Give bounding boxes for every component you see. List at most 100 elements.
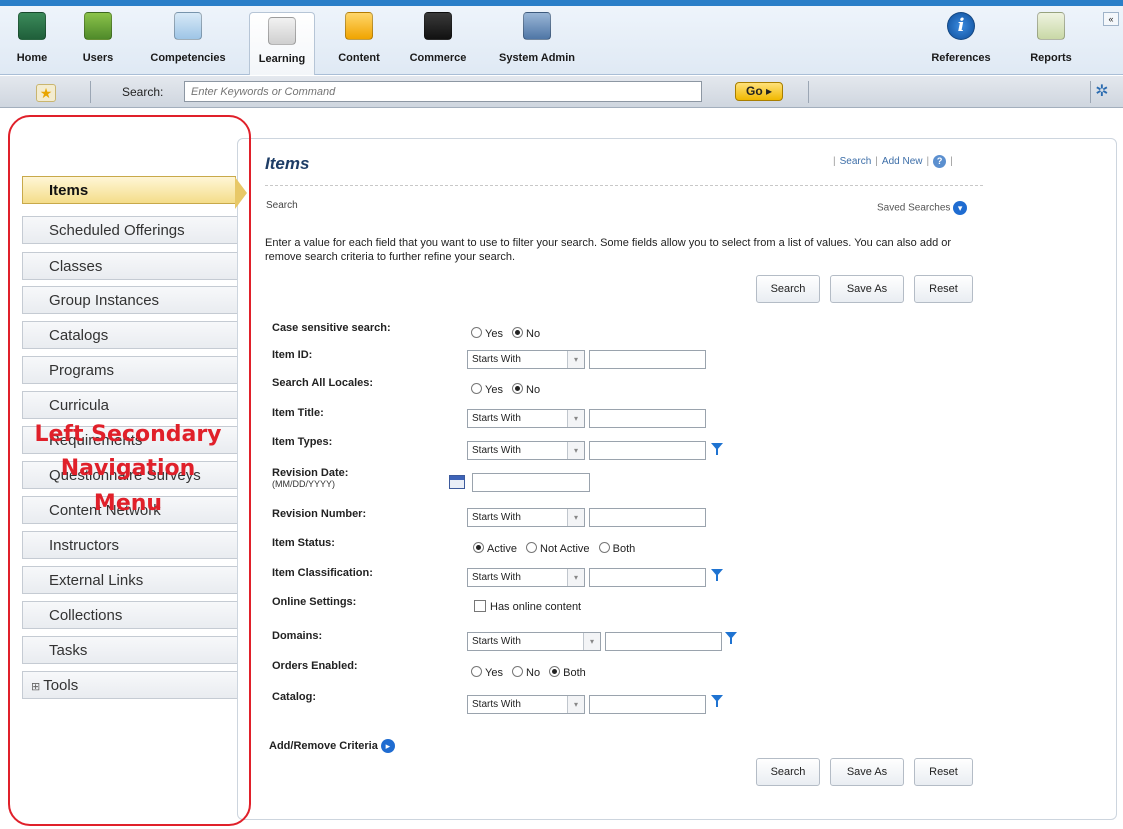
- save-as-button-bottom[interactable]: Save As: [830, 758, 904, 786]
- filter-icon[interactable]: [725, 632, 737, 644]
- has-online-content-checkbox[interactable]: Has online content: [474, 600, 581, 613]
- leftnav-item-classes[interactable]: Classes: [22, 252, 238, 280]
- domains-operator-select[interactable]: Starts With ▾: [467, 632, 601, 651]
- header-add-new-link[interactable]: Add New: [882, 156, 923, 167]
- filter-icon[interactable]: [711, 695, 723, 707]
- reset-button-top[interactable]: Reset: [914, 275, 973, 303]
- nav-content-label: Content: [338, 52, 380, 64]
- nav-users[interactable]: Users: [78, 12, 118, 72]
- item-status-not-active[interactable]: Not Active: [526, 542, 590, 555]
- leftnav-item-catalogs[interactable]: Catalogs: [22, 321, 238, 349]
- nav-references[interactable]: i References: [925, 12, 997, 72]
- info-icon: i: [947, 12, 975, 40]
- item-classification-operator-select[interactable]: Starts With ▾: [467, 568, 585, 587]
- item-status-active[interactable]: Active: [473, 542, 517, 555]
- nav-references-label: References: [931, 52, 991, 64]
- reset-button-bottom[interactable]: Reset: [914, 758, 973, 786]
- add-remove-criteria-link[interactable]: Add/Remove Criteria ▸: [269, 739, 395, 753]
- catalog-input[interactable]: [589, 695, 706, 714]
- header-search-link[interactable]: Search: [840, 156, 872, 167]
- catalog-operator-select[interactable]: Starts With ▾: [467, 695, 585, 714]
- leftnav-item-collections[interactable]: Collections: [22, 601, 238, 629]
- nav-competencies[interactable]: Competencies: [142, 12, 234, 72]
- nav-commerce-label: Commerce: [409, 52, 467, 64]
- filter-icon[interactable]: [711, 569, 723, 581]
- domains-label: Domains:: [272, 630, 323, 642]
- collapse-header-button[interactable]: «: [1103, 12, 1119, 26]
- item-title-operator-select[interactable]: Starts With ▾: [467, 409, 585, 428]
- leftnav-item-external-links[interactable]: External Links: [22, 566, 238, 594]
- item-classification-input[interactable]: [589, 568, 706, 587]
- revision-number-input[interactable]: [589, 508, 706, 527]
- section-label: Search: [266, 200, 298, 211]
- nav-commerce[interactable]: Commerce: [404, 12, 472, 72]
- nav-system-admin[interactable]: System Admin: [494, 12, 580, 72]
- annotation-line-1: Left Secondary: [34, 422, 222, 447]
- leftnav-item-curricula[interactable]: Curricula: [22, 391, 238, 419]
- nav-reports[interactable]: Reports: [1029, 12, 1073, 72]
- item-classification-label: Item Classification:: [272, 567, 373, 579]
- domains-input[interactable]: [605, 632, 722, 651]
- nav-content[interactable]: Content: [334, 12, 384, 72]
- revision-date-input[interactable]: [472, 473, 590, 492]
- item-types-input[interactable]: [589, 441, 706, 460]
- top-nav-bar: Home Users Competencies Learning Content…: [0, 0, 1123, 75]
- orders-enabled-both[interactable]: Both: [549, 666, 586, 679]
- chevron-down-icon: ▾: [567, 442, 584, 459]
- item-title-label: Item Title:: [272, 407, 324, 419]
- all-locales-yes[interactable]: Yes: [471, 383, 503, 396]
- item-id-input[interactable]: [589, 350, 706, 369]
- filter-icon[interactable]: [711, 443, 723, 455]
- saved-searches-link[interactable]: Saved Searches ▾: [877, 201, 968, 215]
- all-locales-no[interactable]: No: [512, 383, 540, 396]
- leftnav-item-programs[interactable]: Programs: [22, 356, 238, 384]
- case-sensitive-radio-group: Yes No: [471, 327, 546, 340]
- leftnav-item-scheduled-offerings[interactable]: Scheduled Offerings: [22, 216, 238, 244]
- go-button[interactable]: Go ▸: [735, 82, 783, 101]
- item-types-operator-select[interactable]: Starts With ▾: [467, 441, 585, 460]
- save-as-button-top[interactable]: Save As: [830, 275, 904, 303]
- revision-number-label: Revision Number:: [272, 508, 367, 520]
- nav-learning-label: Learning: [258, 53, 306, 65]
- nav-system-admin-label: System Admin: [498, 52, 575, 64]
- case-sensitive-yes[interactable]: Yes: [471, 327, 503, 340]
- page-title: Items: [265, 154, 310, 173]
- favorites-star-icon[interactable]: ★: [36, 84, 56, 102]
- chevron-down-icon: ▾: [567, 509, 584, 526]
- nav-reports-label: Reports: [1030, 52, 1072, 64]
- help-icon[interactable]: ?: [933, 155, 947, 168]
- arrow-right-icon: ▸: [380, 739, 395, 753]
- toolbar-divider: [808, 81, 809, 103]
- orders-enabled-no[interactable]: No: [512, 666, 540, 679]
- search-button-bottom[interactable]: Search: [756, 758, 820, 786]
- nav-learning[interactable]: Learning: [249, 12, 315, 75]
- orders-enabled-radio-group: Yes No Both: [471, 666, 592, 679]
- leftnav-tools-label: Tools: [43, 677, 79, 694]
- revision-number-operator-select[interactable]: Starts With ▾: [467, 508, 585, 527]
- leftnav-item-tasks[interactable]: Tasks: [22, 636, 238, 664]
- annotation-line-2: Navigation: [60, 456, 196, 481]
- expand-plus-icon: ⊞: [31, 681, 41, 693]
- leftnav-item-instructors[interactable]: Instructors: [22, 531, 238, 559]
- item-types-label: Item Types:: [272, 436, 333, 448]
- item-status-label: Item Status:: [272, 537, 335, 549]
- annotation-line-3: Menu: [93, 491, 163, 516]
- orders-enabled-yes[interactable]: Yes: [471, 666, 503, 679]
- global-search-input[interactable]: [184, 81, 702, 102]
- item-status-both[interactable]: Both: [598, 542, 635, 555]
- case-sensitive-no[interactable]: No: [512, 327, 540, 340]
- nav-users-label: Users: [82, 52, 114, 64]
- chevron-down-icon: ▾: [567, 410, 584, 427]
- leftnav-item-group-instances[interactable]: Group Instances: [22, 286, 238, 314]
- leftnav-item-tools[interactable]: ⊞ Tools: [22, 671, 238, 699]
- item-id-operator-select[interactable]: Starts With ▾: [467, 350, 585, 369]
- gear-icon[interactable]: ✲: [1093, 83, 1111, 101]
- reports-icon: [1037, 12, 1065, 40]
- online-settings-label: Online Settings:: [272, 596, 357, 608]
- leftnav-item-items[interactable]: Items: [22, 176, 236, 204]
- calendar-icon[interactable]: [449, 475, 465, 489]
- item-title-input[interactable]: [589, 409, 706, 428]
- search-button-top[interactable]: Search: [756, 275, 820, 303]
- nav-home[interactable]: Home: [14, 12, 50, 72]
- users-icon: [84, 12, 112, 40]
